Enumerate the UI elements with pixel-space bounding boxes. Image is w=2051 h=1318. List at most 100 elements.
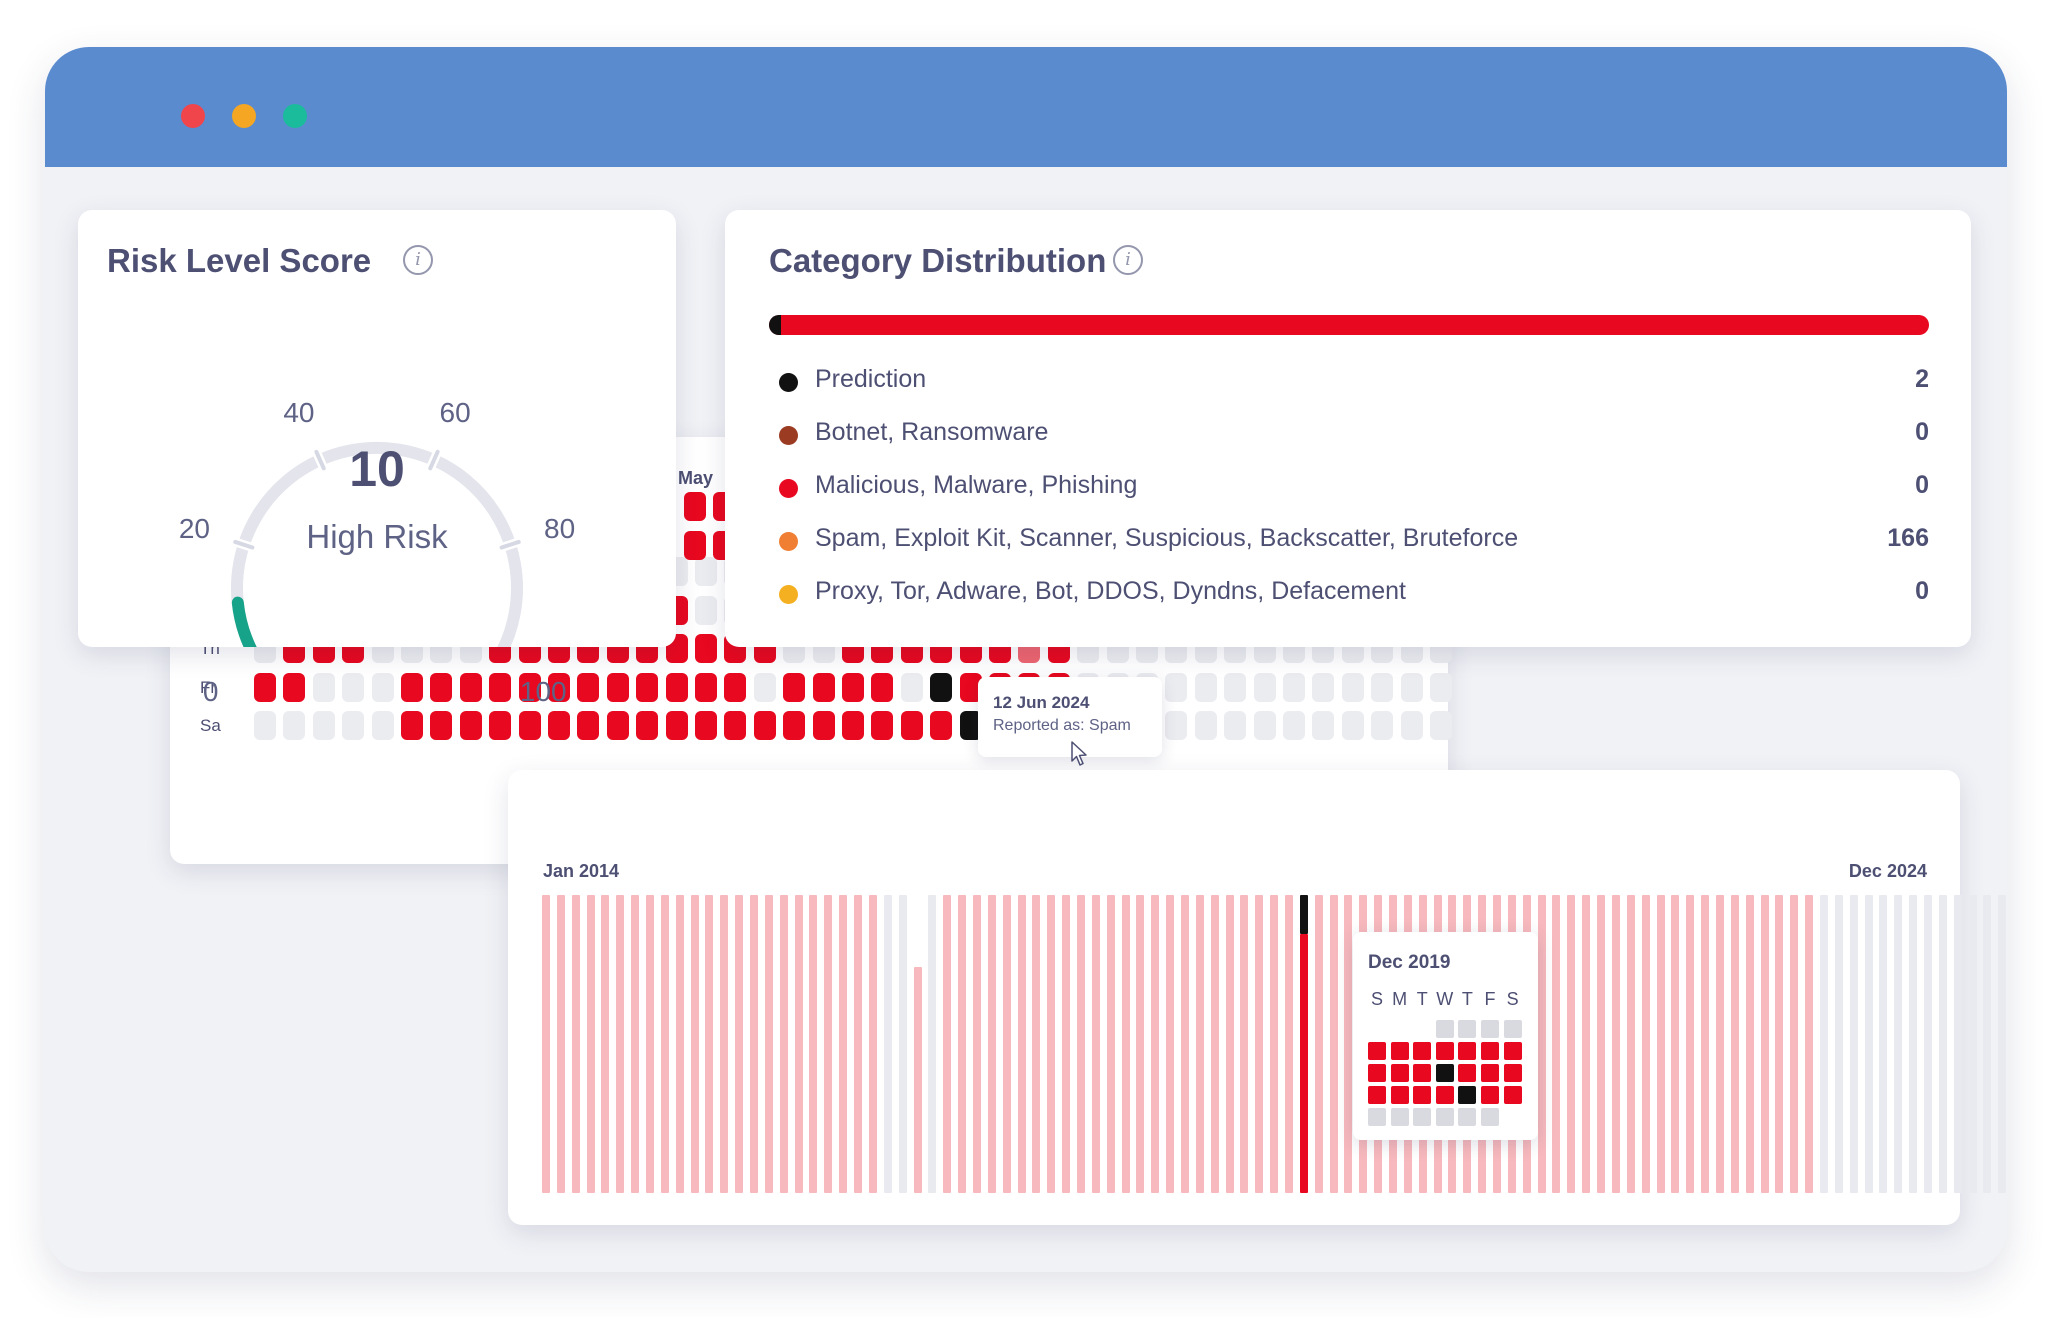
- calendar-day-empty[interactable]: [371, 711, 394, 740]
- month-bar-reported[interactable]: [1537, 895, 1546, 1193]
- month-bar-empty[interactable]: [1894, 895, 1903, 1193]
- month-bar-reported[interactable]: [660, 895, 669, 1193]
- month-bar-empty[interactable]: [1834, 895, 1843, 1193]
- mini-day-reported[interactable]: [1368, 1064, 1386, 1082]
- month-bar-reported[interactable]: [1329, 895, 1338, 1193]
- mini-day-empty[interactable]: [1435, 1020, 1454, 1038]
- info-icon[interactable]: i: [1113, 245, 1143, 275]
- calendar-day-reported[interactable]: [577, 672, 600, 702]
- mini-day-prediction[interactable]: [1458, 1086, 1477, 1104]
- month-bar-reported[interactable]: [1121, 895, 1130, 1193]
- month-bar-reported[interactable]: [987, 895, 996, 1193]
- month-bar-reported[interactable]: [1790, 895, 1799, 1193]
- calendar-day-empty[interactable]: [695, 557, 717, 586]
- mini-day-empty[interactable]: [1481, 1020, 1499, 1038]
- calendar-day-reported[interactable]: [548, 711, 570, 740]
- mini-day-empty[interactable]: [1458, 1108, 1477, 1126]
- calendar-day-reported[interactable]: [842, 711, 864, 740]
- calendar-day-reported[interactable]: [783, 711, 806, 740]
- calendar-day-reported[interactable]: [812, 711, 835, 740]
- calendar-day-reported[interactable]: [684, 530, 706, 560]
- mini-day-empty[interactable]: [1458, 1020, 1477, 1038]
- month-bar-reported[interactable]: [958, 895, 967, 1193]
- month-bar-reported[interactable]: [705, 895, 714, 1193]
- mini-day-empty[interactable]: [1503, 1020, 1522, 1038]
- month-bar-empty[interactable]: [1864, 895, 1873, 1193]
- month-bar-reported[interactable]: [868, 895, 877, 1193]
- calendar-day-reported[interactable]: [430, 711, 453, 740]
- month-bar-reported[interactable]: [675, 895, 684, 1193]
- calendar-day-empty[interactable]: [1224, 672, 1247, 702]
- calendar-day-reported[interactable]: [254, 672, 276, 702]
- mini-day-empty[interactable]: [1481, 1108, 1499, 1126]
- calendar-day-reported[interactable]: [695, 672, 717, 702]
- mini-day-reported[interactable]: [1503, 1086, 1522, 1104]
- month-bar-reported[interactable]: [1240, 895, 1249, 1193]
- month-bar-reported[interactable]: [839, 895, 848, 1193]
- calendar-day-reported[interactable]: [430, 672, 453, 702]
- calendar-day-empty[interactable]: [1283, 711, 1305, 740]
- calendar-day-empty[interactable]: [254, 711, 276, 740]
- month-bar-selected[interactable]: [1299, 933, 1308, 1193]
- month-bar-reported[interactable]: [1047, 895, 1056, 1193]
- month-bar-partial[interactable]: [913, 966, 922, 1193]
- month-bar-reported[interactable]: [542, 895, 550, 1193]
- month-bar-reported[interactable]: [1730, 895, 1739, 1193]
- calendar-day-empty[interactable]: [1253, 672, 1276, 702]
- month-bar-reported[interactable]: [854, 895, 863, 1193]
- month-bar-empty[interactable]: [898, 895, 907, 1193]
- month-bar-reported[interactable]: [720, 895, 729, 1193]
- month-bar-empty[interactable]: [1909, 895, 1918, 1193]
- calendar-day-reported[interactable]: [636, 711, 659, 740]
- month-bar-reported[interactable]: [631, 895, 640, 1193]
- month-bar-reported[interactable]: [972, 895, 981, 1193]
- month-bar-reported[interactable]: [1136, 895, 1145, 1193]
- month-bar-reported[interactable]: [1715, 895, 1724, 1193]
- calendar-day-empty[interactable]: [342, 711, 365, 740]
- month-bar-reported[interactable]: [1180, 895, 1189, 1193]
- mini-day-reported[interactable]: [1481, 1064, 1499, 1082]
- mini-day-reported[interactable]: [1503, 1042, 1522, 1060]
- month-bar-empty[interactable]: [1953, 895, 1962, 1193]
- mini-day-reported[interactable]: [1435, 1086, 1454, 1104]
- month-bar-reported[interactable]: [1671, 895, 1680, 1193]
- month-bar-reported[interactable]: [1567, 895, 1576, 1193]
- calendar-day-reported[interactable]: [871, 672, 894, 702]
- calendar-day-empty[interactable]: [283, 711, 306, 740]
- calendar-day-reported[interactable]: [665, 672, 688, 702]
- month-bar-reported[interactable]: [690, 895, 699, 1193]
- calendar-day-empty[interactable]: [1341, 711, 1364, 740]
- month-bar-empty[interactable]: [1998, 895, 2007, 1193]
- month-bar-reported[interactable]: [1151, 895, 1160, 1193]
- mini-day-reported[interactable]: [1368, 1042, 1386, 1060]
- month-bar-reported[interactable]: [1195, 895, 1204, 1193]
- close-window-button[interactable]: [181, 104, 205, 128]
- month-bar-reported[interactable]: [1745, 895, 1754, 1193]
- calendar-day-empty[interactable]: [1400, 672, 1423, 702]
- calendar-day-reported[interactable]: [459, 711, 482, 740]
- month-bar-reported[interactable]: [586, 895, 595, 1193]
- calendar-day-empty[interactable]: [1194, 711, 1217, 740]
- mini-day-reported[interactable]: [1458, 1064, 1477, 1082]
- month-bar-empty[interactable]: [1968, 895, 1977, 1193]
- month-bar-reported[interactable]: [943, 895, 952, 1193]
- month-bar-reported[interactable]: [809, 895, 818, 1193]
- calendar-day-empty[interactable]: [1400, 711, 1423, 740]
- calendar-day-reported[interactable]: [695, 634, 717, 663]
- month-bar-reported[interactable]: [1656, 895, 1665, 1193]
- calendar-day-empty[interactable]: [695, 595, 717, 625]
- month-bar-reported[interactable]: [1552, 895, 1561, 1193]
- calendar-day-reported[interactable]: [724, 672, 747, 702]
- month-bar-empty[interactable]: [1938, 895, 1947, 1193]
- maximize-window-button[interactable]: [283, 104, 307, 128]
- month-bar-reported[interactable]: [1091, 895, 1100, 1193]
- mini-day-reported[interactable]: [1503, 1064, 1522, 1082]
- calendar-day-reported[interactable]: [871, 711, 894, 740]
- month-bar-reported[interactable]: [1760, 895, 1769, 1193]
- month-bar-reported[interactable]: [1270, 895, 1279, 1193]
- month-bar-reported[interactable]: [616, 895, 625, 1193]
- calendar-day-reported[interactable]: [783, 672, 806, 702]
- month-bar-reported[interactable]: [1626, 895, 1635, 1193]
- month-bar-reported[interactable]: [1002, 895, 1011, 1193]
- month-bar-reported[interactable]: [646, 895, 655, 1193]
